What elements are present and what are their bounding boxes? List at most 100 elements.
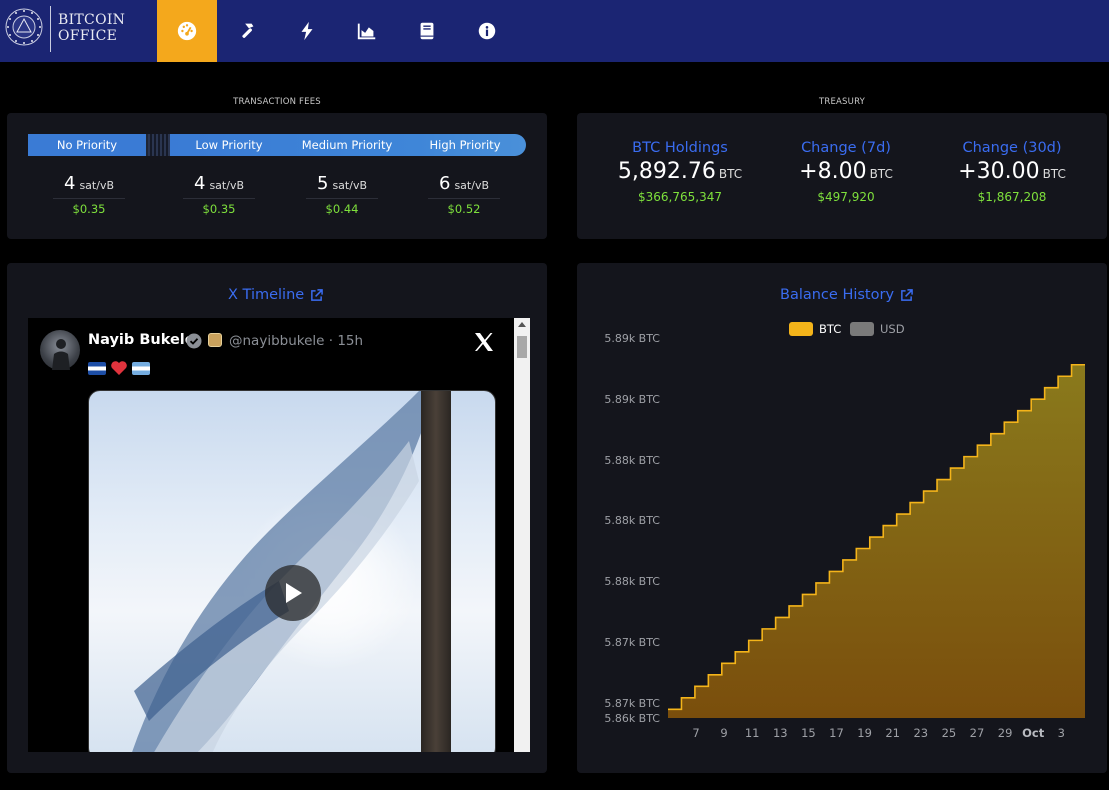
x-tick-label: 17 <box>829 726 844 740</box>
tweet-text-emojis <box>88 360 150 376</box>
priority-high: High Priority <box>429 138 501 152</box>
treasury-section-label: TREASURY <box>818 97 866 107</box>
balance-title-link[interactable]: Balance History <box>780 287 913 303</box>
fee-no-priority: 4 sat/vB $0.35 <box>30 172 148 216</box>
area-chart-icon <box>357 23 376 40</box>
tweet-embed[interactable]: Nayib Bukele @nayibbukele · 15h <box>28 318 514 752</box>
logo-text: BITCOIN OFFICE <box>58 12 125 44</box>
y-tick-label: 5.88k BTC <box>604 454 660 467</box>
argentina-flag-icon <box>132 361 150 375</box>
x-tick-label: Oct <box>1022 726 1045 740</box>
x-tick-label: 21 <box>885 726 901 740</box>
logo-divider <box>50 6 51 52</box>
scroll-up-arrow-icon[interactable] <box>518 322 526 327</box>
x-tick-label: 13 <box>772 726 788 740</box>
priority-low: Low Priority <box>195 138 263 152</box>
x-tick-label: 25 <box>941 726 957 740</box>
avatar[interactable] <box>40 330 80 370</box>
x-tick-label: 11 <box>744 726 760 740</box>
balance-title: Balance History <box>780 287 895 303</box>
treasury-usd: $366,765,347 <box>638 190 722 204</box>
legend-usd[interactable]: USD <box>850 322 905 336</box>
fee-usd: $0.35 <box>72 202 106 216</box>
fee-unit: sat/vB <box>209 179 244 192</box>
fee-usd: $0.52 <box>447 202 481 216</box>
fee-usd: $0.35 <box>202 202 236 216</box>
timeline-title-link[interactable]: X Timeline <box>228 287 324 303</box>
treasury-change-30d: Change (30d) +30.00 BTC $1,867,208 <box>927 138 1097 206</box>
play-icon <box>286 583 302 603</box>
el-salvador-seal-icon <box>5 8 43 46</box>
person-silhouette-icon <box>52 339 70 370</box>
priority-bar: No Priority Low Priority Medium Priority… <box>28 134 526 156</box>
x-tick-label: 3 <box>1057 726 1065 740</box>
y-tick-label: 5.89k BTC <box>604 393 660 406</box>
fee-medium-priority: 5 sat/vB $0.44 <box>283 172 401 216</box>
heart-icon <box>111 361 127 375</box>
fee-separator <box>428 198 500 199</box>
fees-section-label: TRANSACTION FEES <box>233 97 321 107</box>
logo-line2: OFFICE <box>58 28 118 44</box>
y-tick-label: 5.88k BTC <box>604 575 660 588</box>
external-link-icon <box>901 288 913 301</box>
nav-info-button[interactable] <box>457 0 517 62</box>
legend-label-btc: BTC <box>819 322 842 336</box>
tweet-handle-time[interactable]: @nayibbukele · 15h <box>229 333 363 349</box>
treasury-unit: BTC <box>718 167 743 181</box>
fee-rate: 4 <box>64 173 76 194</box>
x-tick-label: 7 <box>692 726 700 740</box>
hammer-icon <box>242 23 254 38</box>
nav-docs-button[interactable] <box>397 0 457 62</box>
nav-lightning-button[interactable] <box>277 0 337 62</box>
timeline-scrollbar[interactable] <box>514 318 530 752</box>
fee-rate: 6 <box>439 173 451 194</box>
y-tick-label: 5.89k BTC <box>604 332 660 345</box>
timeline-title: X Timeline <box>228 287 305 303</box>
treasury-unit: BTC <box>869 167 893 181</box>
treasury-usd: $1,867,208 <box>977 190 1047 204</box>
fee-rate: 5 <box>317 173 329 194</box>
external-link-icon <box>311 288 324 301</box>
scroll-thumb[interactable] <box>517 336 527 358</box>
treasury-unit: BTC <box>1042 167 1066 181</box>
fee-separator <box>53 198 125 199</box>
y-tick-label: 5.87k BTC <box>604 697 660 710</box>
tweet-video-media[interactable] <box>88 390 496 752</box>
verified-badge-icon <box>186 333 202 349</box>
treasury-value: 5,892.76 <box>617 159 716 184</box>
y-tick-label: 5.86k BTC <box>604 712 660 725</box>
tweet-author-name[interactable]: Nayib Bukele <box>88 332 195 348</box>
nav-charts-button[interactable] <box>337 0 397 62</box>
treasury-btc-holdings: BTC Holdings 5,892.76 BTC $366,765,347 <box>595 138 765 206</box>
info-icon <box>478 22 496 40</box>
nav-mining-button[interactable] <box>217 0 277 62</box>
affiliate-badge-icon <box>208 333 222 347</box>
legend-btc[interactable]: BTC <box>789 322 841 336</box>
x-tick-label: 9 <box>720 726 728 740</box>
x-tick-label: 19 <box>857 726 872 740</box>
fee-separator <box>306 198 378 199</box>
video-play-button[interactable] <box>265 565 321 621</box>
treasury-value: +8.00 <box>799 159 867 184</box>
treasury-value: +30.00 <box>958 159 1040 184</box>
y-tick-label: 5.87k BTC <box>604 636 660 649</box>
legend-swatch-usd <box>850 322 874 336</box>
priority-gap-stripes <box>148 134 170 156</box>
top-header: BITCOIN OFFICE <box>0 0 1109 62</box>
fee-unit: sat/vB <box>79 179 114 192</box>
treasury-usd: $497,920 <box>817 190 875 204</box>
x-tick-label: 15 <box>801 726 816 740</box>
fee-separator <box>183 198 255 199</box>
fee-high-priority: 6 sat/vB $0.52 <box>405 172 523 216</box>
treasury-title: Change (30d) <box>962 140 1062 156</box>
bitcoin-office-logo[interactable]: BITCOIN OFFICE <box>0 0 155 62</box>
priority-no: No Priority <box>28 134 146 156</box>
fee-rate: 4 <box>194 173 206 194</box>
x-logo-icon[interactable] <box>472 330 496 354</box>
legend-swatch-btc <box>789 322 813 336</box>
treasury-title: BTC Holdings <box>632 140 728 156</box>
dashboard-gauge-icon <box>177 21 197 41</box>
nav-dashboard-button[interactable] <box>157 0 217 62</box>
fee-unit: sat/vB <box>332 179 367 192</box>
x-tick-label: 27 <box>969 726 985 740</box>
